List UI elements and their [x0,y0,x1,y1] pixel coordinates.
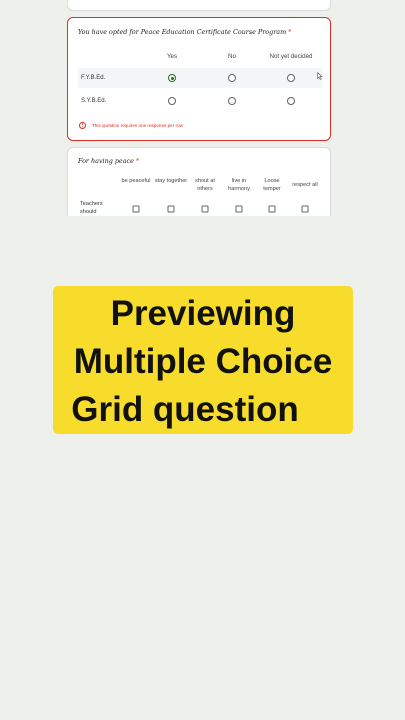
question-card-peace: For having peace * be peaceful stay toge… [67,147,331,216]
caption-line-2: Multiple Choice [73,342,333,381]
previous-question-card [67,0,331,11]
checkbox-live-in-harmony[interactable] [235,205,243,213]
validation-error: ! This question requires one response pe… [79,122,183,129]
column-header-no: No [228,53,236,60]
checkbox-respect-all[interactable] [301,205,309,213]
column-header-loose-temper: Loose temper [263,178,281,193]
checkbox-stay-together[interactable] [167,205,175,213]
column-header-live-in-harmony: live in harmony [228,178,250,193]
caption-banner: Previewing Multiple Choice Grid question [53,286,353,434]
column-header-shout-at-others: shout at others [195,178,215,193]
column-header-yes: Yes [166,53,178,60]
mouse-cursor-icon [317,72,323,80]
grid-row-fybed: F.Y.B.Ed. [78,68,322,88]
radio-fybed-no[interactable] [228,74,236,82]
checkbox-loose-temper[interactable] [268,205,276,213]
checkbox-shout-at-others[interactable] [201,205,209,213]
column-header-respect-all: respect all [292,182,318,188]
row-label-teachers-should: Teachers should [80,201,103,216]
row-label: S.Y.B.Ed. [81,98,107,104]
row-label: F.Y.B.Ed. [81,75,106,81]
column-header-stay-together: stay together [154,178,188,184]
checkbox-be-peaceful[interactable] [132,205,140,213]
grid-row-sybed: S.Y.B.Ed. [78,91,322,111]
column-header-be-peaceful: be peaceful [121,178,151,184]
question-title: For having peace * [78,157,140,165]
question-title: You have opted for Peace Education Certi… [78,28,292,36]
error-icon: ! [79,122,86,129]
radio-sybed-no[interactable] [228,97,236,105]
column-header-not-yet-decided: Not yet decided [269,53,313,60]
radio-fybed-not-yet-decided[interactable] [287,74,295,82]
radio-fybed-yes[interactable] [168,74,176,82]
question-card-program: You have opted for Peace Education Certi… [67,17,331,141]
radio-sybed-not-yet-decided[interactable] [287,97,295,105]
caption-line-1: Previewing [110,294,296,333]
radio-sybed-yes[interactable] [168,97,176,105]
caption-line-3: Grid question [71,390,299,429]
error-message: This question requires one response per … [92,123,183,128]
